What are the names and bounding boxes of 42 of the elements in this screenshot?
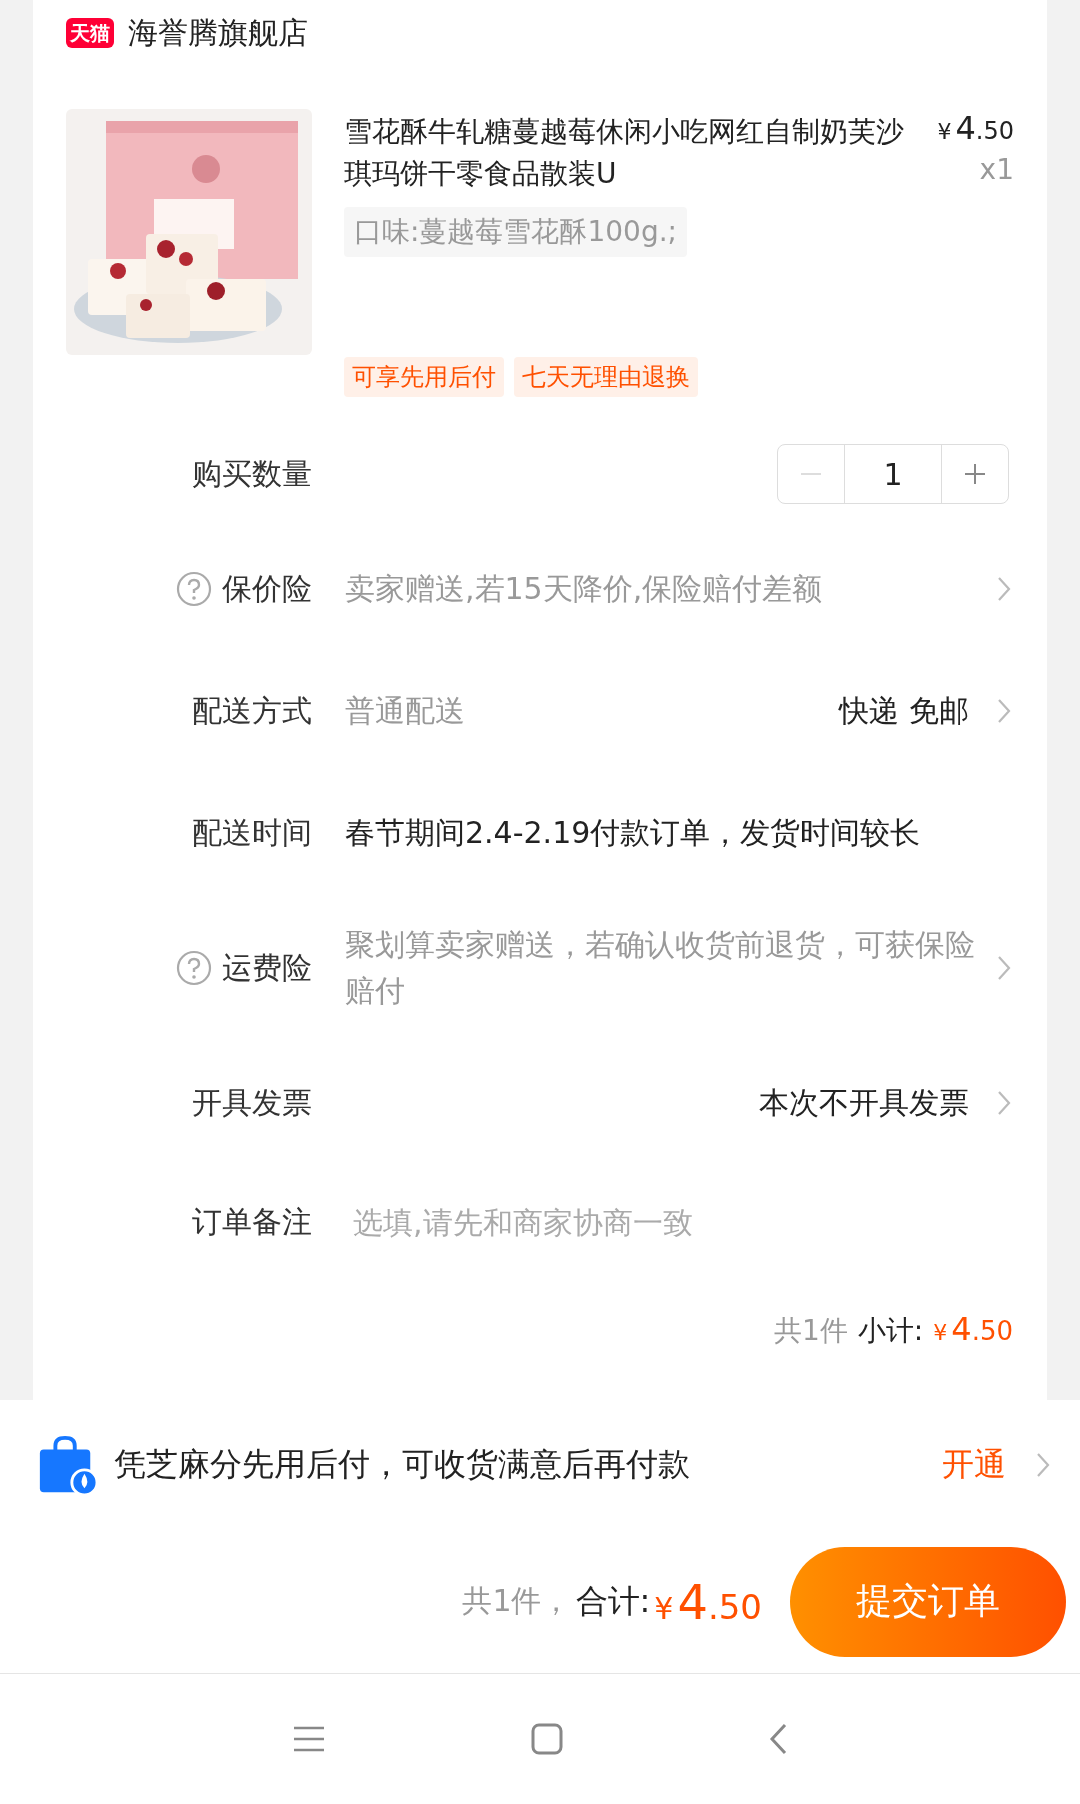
row-value: 春节期间2.4-2.19付款订单，发货时间较长 bbox=[344, 814, 922, 852]
plus-icon bbox=[963, 462, 987, 486]
help-icon[interactable] bbox=[176, 950, 212, 986]
promo-text: 凭芝麻分先用后付，可收货满意后再付款 bbox=[114, 1444, 691, 1485]
product-price: ¥4.50 bbox=[937, 109, 1014, 147]
store-name[interactable]: 海誉腾旗舰店 bbox=[128, 12, 308, 54]
menu-icon[interactable] bbox=[293, 1725, 325, 1753]
subtotal-label: 小计: bbox=[857, 1313, 924, 1349]
row-value: 卖家赠送,若15天降价,保险赔付差额 bbox=[344, 570, 824, 608]
row-label: 购买数量 bbox=[192, 454, 312, 493]
product-title: 雪花酥牛轧糖蔓越莓休闲小吃网红自制奶芙沙琪玛饼干零食品散装U bbox=[344, 114, 905, 192]
row-label: 订单备注 bbox=[192, 1202, 312, 1241]
row-label: 开具发票 bbox=[192, 1083, 312, 1122]
service-tag: 七天无理由退换 bbox=[514, 357, 698, 397]
help-icon[interactable] bbox=[176, 571, 212, 607]
row-label: 保价险 bbox=[222, 569, 312, 608]
chevron-right-icon bbox=[997, 1090, 1011, 1116]
product-variant: 口味:蔓越莓雪花酥100g.; bbox=[344, 207, 687, 257]
row-value: 普通配送 bbox=[344, 692, 466, 730]
item-count: 共1件， bbox=[462, 1582, 572, 1620]
quantity-value[interactable]: 1 bbox=[844, 445, 942, 503]
chevron-right-icon bbox=[1036, 1452, 1050, 1478]
row-label: 运费险 bbox=[222, 948, 312, 987]
minus-icon bbox=[799, 472, 823, 476]
home-icon[interactable] bbox=[531, 1723, 563, 1755]
item-count: 共1件 bbox=[774, 1313, 848, 1349]
note-field[interactable]: 选填,请先和商家协商一致 bbox=[345, 1204, 1011, 1240]
row-label: 配送方式 bbox=[192, 691, 312, 730]
total-label: 合计: bbox=[575, 1580, 651, 1622]
row-detail[interactable]: 快递 免邮 bbox=[839, 690, 969, 732]
back-icon[interactable] bbox=[769, 1723, 787, 1755]
product-quantity: x1 bbox=[979, 153, 1014, 186]
chevron-right-icon bbox=[997, 698, 1011, 724]
row-detail[interactable]: 本次不开具发票 bbox=[759, 1082, 969, 1124]
chevron-right-icon bbox=[997, 955, 1011, 981]
store-badge: 天猫 bbox=[66, 18, 114, 48]
subtotal-price: ¥4.50 bbox=[933, 1310, 1013, 1348]
row-value: 聚划算卖家赠送，若确认收货前退货，可获保险赔付 bbox=[344, 926, 976, 1010]
service-tag: 可享先用后付 bbox=[344, 357, 504, 397]
chevron-right-icon bbox=[997, 576, 1011, 602]
total-price: ¥4.50 bbox=[654, 1573, 762, 1630]
row-label: 配送时间 bbox=[192, 813, 312, 852]
